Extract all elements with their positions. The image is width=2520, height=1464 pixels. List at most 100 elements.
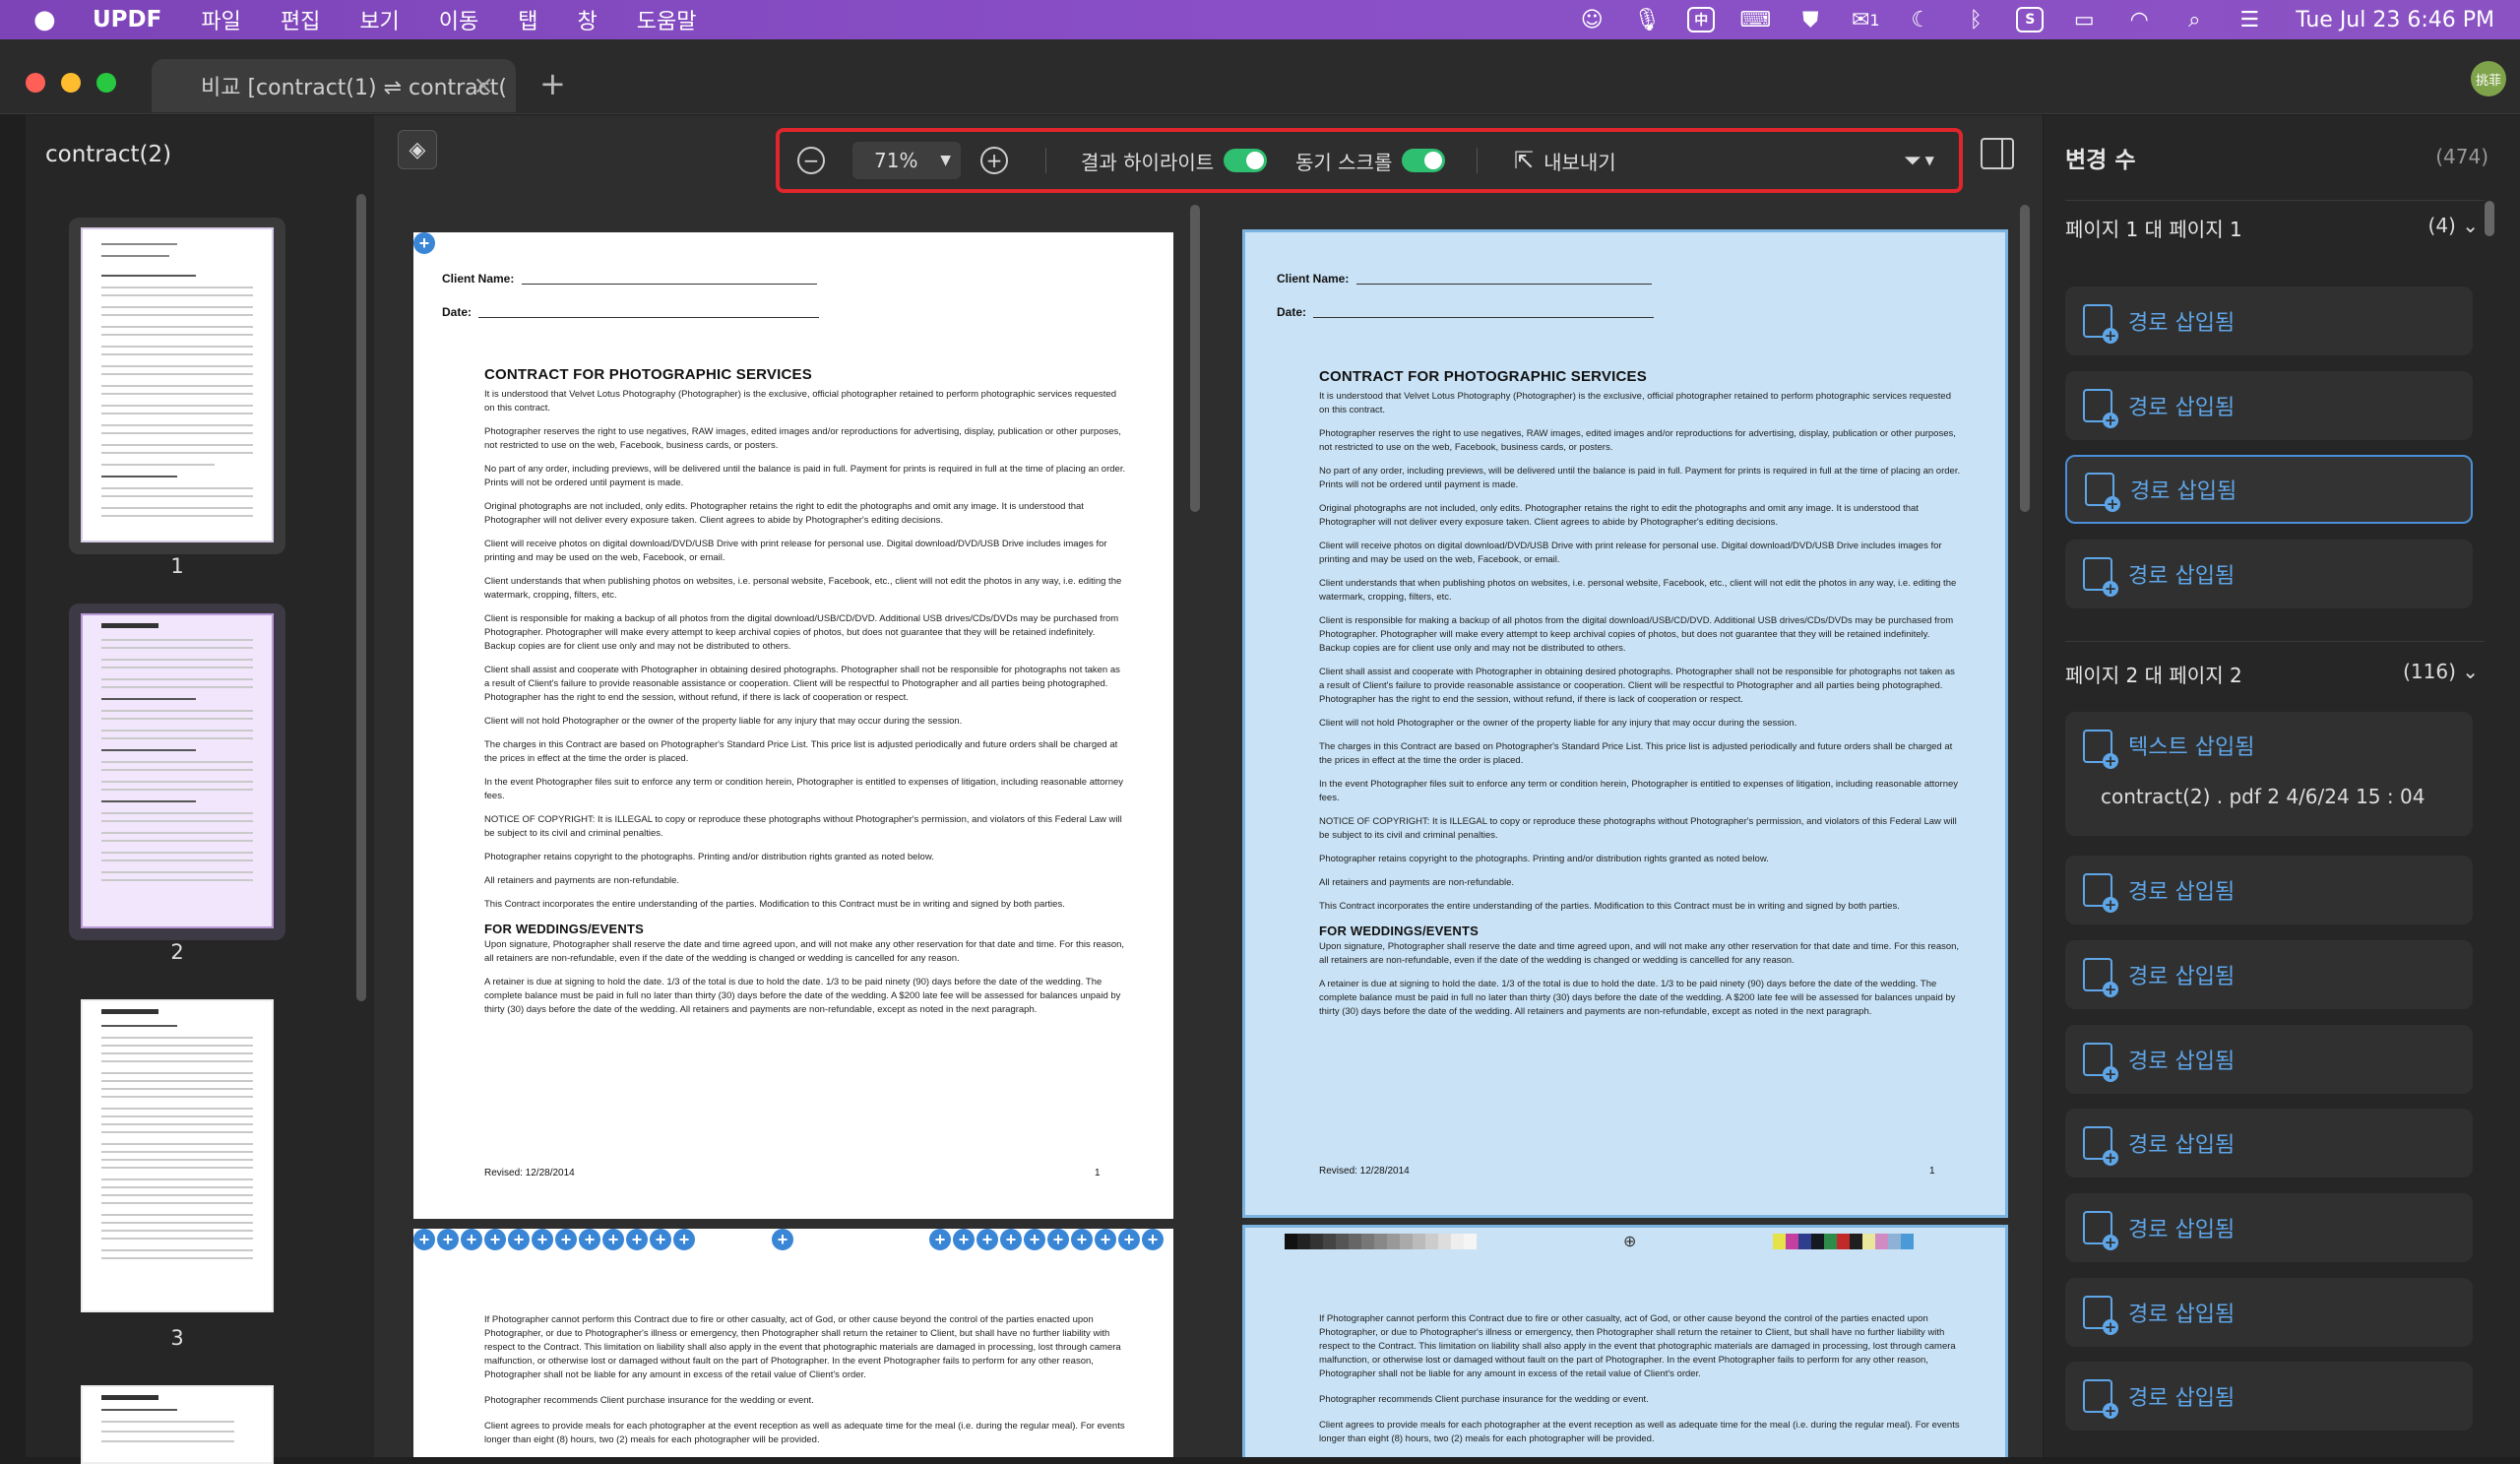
zoom-select[interactable]: 71% ▼ <box>852 142 961 179</box>
apple-menu-icon[interactable]: ● <box>33 5 57 34</box>
minimize-window-button[interactable] <box>61 73 81 93</box>
thumbnail-sidebar: contract(2) 1 2 3 <box>26 115 374 1464</box>
insertion-marker-icon[interactable]: + <box>1071 1229 1093 1250</box>
insertion-marker-icon[interactable]: + <box>953 1229 975 1250</box>
filter-button[interactable]: ⏷ ▼ <box>1904 132 1934 189</box>
insertion-marker-icon[interactable]: + <box>1000 1229 1022 1250</box>
new-tab-button[interactable]: + <box>539 65 566 102</box>
change-item[interactable]: 경로 삽입됨 <box>2065 540 2473 608</box>
change-item[interactable]: 경로 삽입됨 <box>2065 940 2473 1009</box>
left-page-scrollbar[interactable] <box>1190 205 1200 512</box>
insertion-marker-icon[interactable]: + <box>484 1229 506 1250</box>
page-number-3: 3 <box>170 1326 184 1350</box>
paragraph: All retainers and payments are non-refun… <box>484 875 680 886</box>
sidebar-scrollbar[interactable] <box>356 194 366 1001</box>
change-item[interactable]: 경로 삽입됨 <box>2065 1109 2473 1178</box>
highlight-results-toggle[interactable] <box>1224 149 1268 172</box>
change-item[interactable]: 경로 삽입됨 <box>2065 286 2473 355</box>
clock[interactable]: Tue Jul 23 6:46 PM <box>2296 8 2494 32</box>
input-method-icon[interactable]: 中 <box>1687 7 1716 32</box>
search-icon[interactable]: ⌕ <box>2179 5 2209 34</box>
insertion-marker-icon[interactable]: + <box>1047 1229 1069 1250</box>
insertion-marker-icon[interactable]: + <box>413 232 435 254</box>
insertion-marker-icon[interactable]: + <box>1142 1229 1164 1250</box>
thumbnail-page-4[interactable] <box>69 1377 285 1464</box>
export-icon: ⇱ <box>1514 147 1535 174</box>
battery-icon[interactable]: ▭ <box>2069 5 2099 34</box>
app-menu[interactable]: UPDF <box>93 7 161 32</box>
microphone-icon[interactable]: 🎙 <box>1632 5 1662 34</box>
insertion-marker-icon[interactable]: + <box>1024 1229 1045 1250</box>
control-center-icon[interactable]: ☰ <box>2235 5 2264 34</box>
wifi-icon[interactable]: ◠ <box>2124 5 2154 34</box>
change-item[interactable]: 경로 삽입됨 <box>2065 1362 2473 1431</box>
menu-view[interactable]: 보기 <box>359 4 399 35</box>
avatar[interactable]: 挑菲 <box>2471 61 2506 96</box>
insertion-marker-icon[interactable]: + <box>626 1229 648 1250</box>
change-item[interactable]: 경로 삽입됨 <box>2065 1278 2473 1347</box>
menu-file[interactable]: 파일 <box>201 4 240 35</box>
insertion-marker-icon[interactable]: + <box>555 1229 577 1250</box>
zoom-out-icon[interactable]: − <box>797 147 825 174</box>
insertion-marker-icon[interactable]: + <box>673 1229 695 1250</box>
insertion-marker-icon[interactable]: + <box>579 1229 600 1250</box>
change-item[interactable]: 경로 삽입됨 <box>2065 371 2473 440</box>
right-page-scrollbar[interactable] <box>2020 205 2030 512</box>
change-group-page-1[interactable]: 페이지 1 대 페이지 1 (4) ⌄ <box>2065 214 2479 242</box>
change-group-page-2[interactable]: 페이지 2 대 페이지 2 (116) ⌄ <box>2065 660 2479 688</box>
thumbnail-page-2[interactable] <box>69 604 285 940</box>
insertion-marker-icon[interactable]: + <box>437 1229 459 1250</box>
thumbnail-page-1[interactable] <box>69 218 285 554</box>
path-inserted-icon <box>2083 873 2118 913</box>
insertion-marker-icon[interactable]: + <box>929 1229 951 1250</box>
app-s-icon[interactable]: S <box>2016 7 2045 32</box>
paragraph: Photographer retains copyright to the ph… <box>1319 854 1769 864</box>
insertion-marker-icon[interactable]: + <box>602 1229 624 1250</box>
insertion-marker-icon[interactable]: + <box>413 1229 435 1250</box>
insertion-marker-icon[interactable]: + <box>461 1229 482 1250</box>
change-item[interactable]: 경로 삽입됨 <box>2065 1025 2473 1094</box>
group-count: (116) ⌄ <box>2403 660 2479 683</box>
change-item[interactable]: 텍스트 삽입됨 contract(2) . pdf 2 4/6/24 15 : … <box>2065 712 2473 836</box>
change-item[interactable]: 경로 삽입됨 <box>2065 1193 2473 1262</box>
zoom-in-icon[interactable]: + <box>980 147 1008 174</box>
sync-scroll-toggle[interactable] <box>1402 149 1446 172</box>
change-item-selected[interactable]: 경로 삽입됨 <box>2065 455 2473 524</box>
menu-go[interactable]: 이동 <box>439 4 478 35</box>
notification-icon[interactable]: ✉ 1 <box>1851 5 1880 34</box>
thumbnail-page-3[interactable] <box>69 991 285 1326</box>
insertion-marker-icon[interactable]: + <box>1118 1229 1140 1250</box>
panel-toggle-button[interactable] <box>1981 138 2014 169</box>
changes-scrollbar[interactable] <box>2485 201 2494 236</box>
bookmark-icon[interactable]: ⛊ <box>1796 5 1825 34</box>
chevron-down-icon: ⌄ <box>2462 214 2479 237</box>
contract-body: It is understood that Velvet Lotus Photo… <box>1319 390 1961 1029</box>
menu-edit[interactable]: 편집 <box>281 4 320 35</box>
path-inserted-icon <box>2083 557 2118 597</box>
insertion-marker-icon[interactable]: + <box>532 1229 553 1250</box>
close-tab-icon[interactable]: × <box>472 71 494 100</box>
paragraph: In the event Photographer files suit to … <box>484 777 1124 801</box>
insertion-marker-icon[interactable]: + <box>976 1229 998 1250</box>
close-window-button[interactable] <box>26 73 45 93</box>
page2-body: If Photographer cannot perform this Cont… <box>484 1313 1126 1457</box>
bluetooth-icon[interactable]: ᛒ <box>1961 5 1990 34</box>
insertion-marker-icon[interactable]: + <box>650 1229 671 1250</box>
layers-button[interactable]: ◈ <box>398 130 437 169</box>
insertion-marker-icon[interactable]: + <box>508 1229 530 1250</box>
paragraph: Client will not hold Photographer or the… <box>484 716 963 727</box>
menu-window[interactable]: 창 <box>578 4 598 35</box>
menu-tab[interactable]: 탭 <box>518 4 537 35</box>
change-item[interactable]: 경로 삽입됨 <box>2065 856 2473 924</box>
tab-compare[interactable]: 비교 [contract(1) ⇌ contract( × <box>152 59 516 112</box>
menu-bar: ● UPDF 파일 편집 보기 이동 탭 창 도움말 ☺ 🎙 中 ⌨ ⛊ ✉ 1 … <box>0 0 2520 39</box>
keyboard-icon[interactable]: ⌨ <box>1739 5 1771 34</box>
moon-icon[interactable]: ☾ <box>1906 5 1935 34</box>
smiley-icon[interactable]: ☺ <box>1577 5 1606 34</box>
insertion-marker-icon[interactable]: + <box>772 1229 793 1250</box>
export-button[interactable]: ⇱ 내보내기 <box>1514 132 1616 189</box>
insertion-marker-icon[interactable]: + <box>1095 1229 1116 1250</box>
menu-help[interactable]: 도움말 <box>637 4 697 35</box>
divider <box>1045 148 1046 173</box>
zoom-window-button[interactable] <box>96 73 116 93</box>
